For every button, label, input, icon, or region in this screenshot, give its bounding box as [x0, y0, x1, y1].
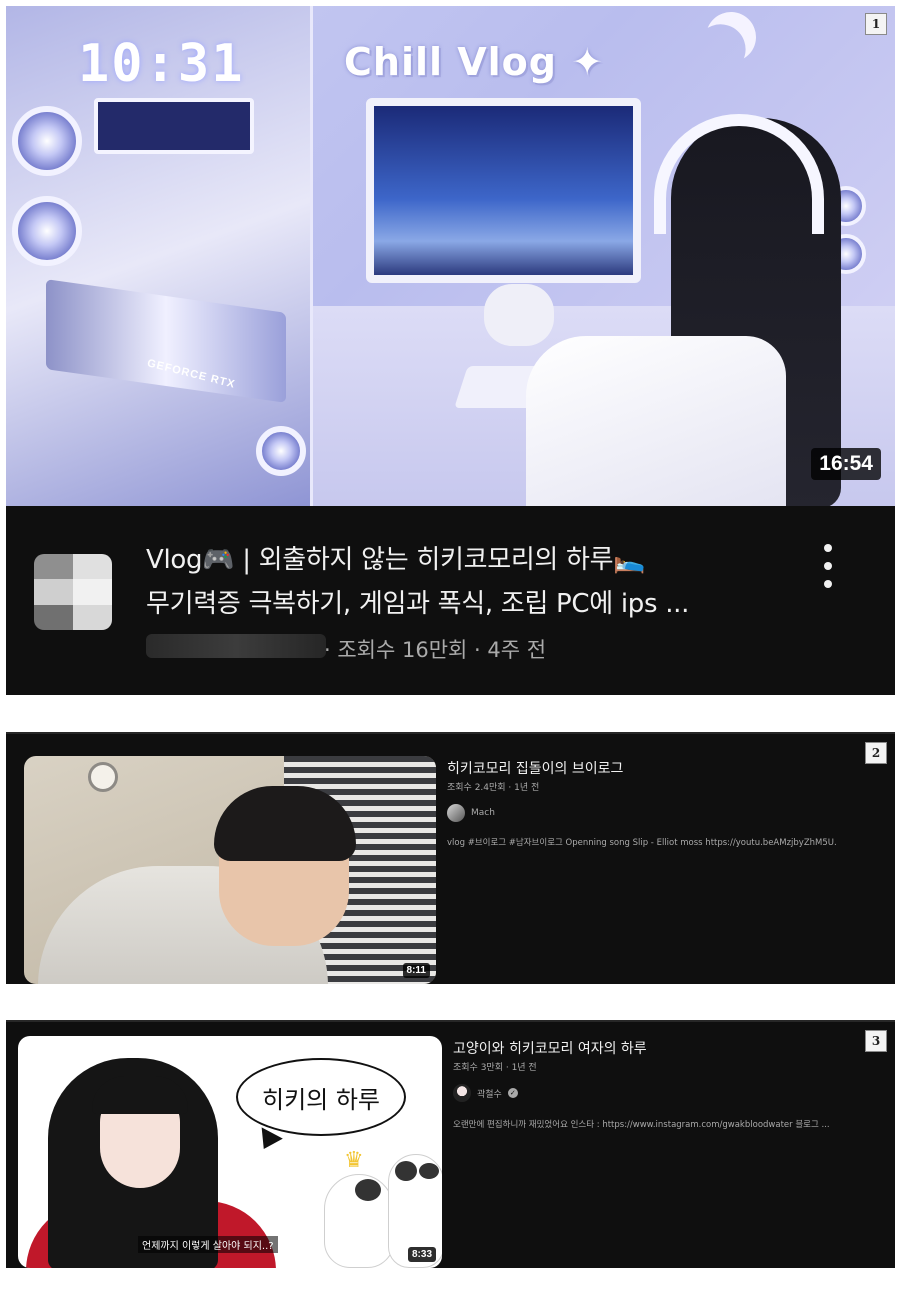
case-fan	[256, 426, 306, 476]
channel-name[interactable]: Mach	[471, 808, 495, 818]
channel-avatar-blurred[interactable]	[34, 554, 112, 630]
thumbnail-subtitle: 언제까지 이렇게 살아야 되지..?	[138, 1236, 278, 1253]
channel-row[interactable]: 곽철수 ✓	[453, 1084, 518, 1102]
video-title[interactable]: 히키코모리 집돌이의 브이로그	[447, 758, 623, 778]
video-thumbnail-3[interactable]: 히키의 하루 ♛ 언제까지 이렇게 살아야 되지..? 8:33	[18, 1036, 442, 1268]
wall-clock-image	[88, 762, 118, 792]
video-duration: 16:54	[811, 448, 881, 480]
video-meta: 조회수 3만회 · 1년 전	[453, 1063, 537, 1073]
speech-bubble: 히키의 하루	[236, 1058, 406, 1136]
panel-number-badge: 1	[865, 13, 887, 35]
channel-avatar[interactable]	[453, 1084, 471, 1102]
kebab-menu-icon[interactable]	[818, 544, 838, 588]
case-fan	[12, 196, 82, 266]
video-description: vlog #브이로그 #남자브이로그 Openning song Slip - …	[447, 838, 837, 848]
case-fan	[12, 106, 82, 176]
cat-image	[324, 1174, 394, 1268]
video-title-line-1[interactable]: Vlog🎮 | 외출하지 않는 히키코모리의 하루🛌	[146, 539, 646, 576]
video-title[interactable]: 고양이와 히키코모리 여자의 하루	[453, 1038, 647, 1058]
channel-avatar[interactable]	[447, 804, 465, 822]
video-duration: 8:33	[407, 1247, 436, 1262]
video-description: 오랜만에 편집하니까 재밌었어요 인스타 : https://www.insta…	[453, 1120, 830, 1130]
video-title-line-2[interactable]: 무기력증 극복하기, 게임과 폭식, 조립 PC에 ips ...	[146, 583, 689, 620]
video-thumbnail-2[interactable]: 8:11	[24, 756, 436, 984]
video-duration: 8:11	[402, 963, 430, 978]
thumbnail-title-text: Chill Vlog ✦	[344, 40, 605, 84]
video-thumbnail-1[interactable]: GEFORCE RTX 10:31 Chill Vlog ✦ 16:54	[6, 6, 895, 506]
video-card-3[interactable]: 히키의 하루 ♛ 언제까지 이렇게 살아야 되지..? 8:33 고양이와 히키…	[6, 1020, 895, 1268]
person-sweater-image	[526, 336, 786, 506]
video-card-1[interactable]: GEFORCE RTX 10:31 Chill Vlog ✦ 16:54 Vlo…	[6, 6, 895, 695]
divider-line	[6, 732, 895, 734]
video-info-1: Vlog🎮 | 외출하지 않는 히키코모리의 하루🛌 무기력증 극복하기, 게임…	[6, 506, 895, 695]
person-bangs-image	[92, 1076, 188, 1114]
video-meta: · 조회수 16만회 · 4주 전	[324, 638, 547, 662]
panel-number-badge: 3	[865, 1030, 887, 1052]
thumbnail-clock-text: 10:31	[78, 34, 245, 94]
divider-line	[6, 1020, 895, 1022]
channel-name[interactable]: 곽철수	[477, 1087, 502, 1100]
graphics-card	[46, 279, 286, 403]
panel-number-badge: 2	[865, 742, 887, 764]
verified-check-icon: ✓	[507, 1088, 518, 1098]
moon-lamp-icon	[699, 6, 763, 69]
speech-bubble-tail	[253, 1127, 283, 1155]
video-card-2[interactable]: 8:11 히키코모리 집돌이의 브이로그 조회수 2.4만회 · 1년 전 Ma…	[6, 732, 895, 984]
video-meta: 조회수 2.4만회 · 1년 전	[447, 783, 540, 793]
channel-row[interactable]: Mach	[447, 804, 495, 822]
monitor-image	[366, 98, 641, 283]
sparkle-icon: ✦	[571, 40, 605, 84]
game-controller-image	[484, 284, 554, 346]
channel-name-blurred[interactable]	[146, 634, 326, 658]
crown-icon: ♛	[344, 1148, 364, 1173]
case-lcd-screen	[94, 98, 254, 154]
